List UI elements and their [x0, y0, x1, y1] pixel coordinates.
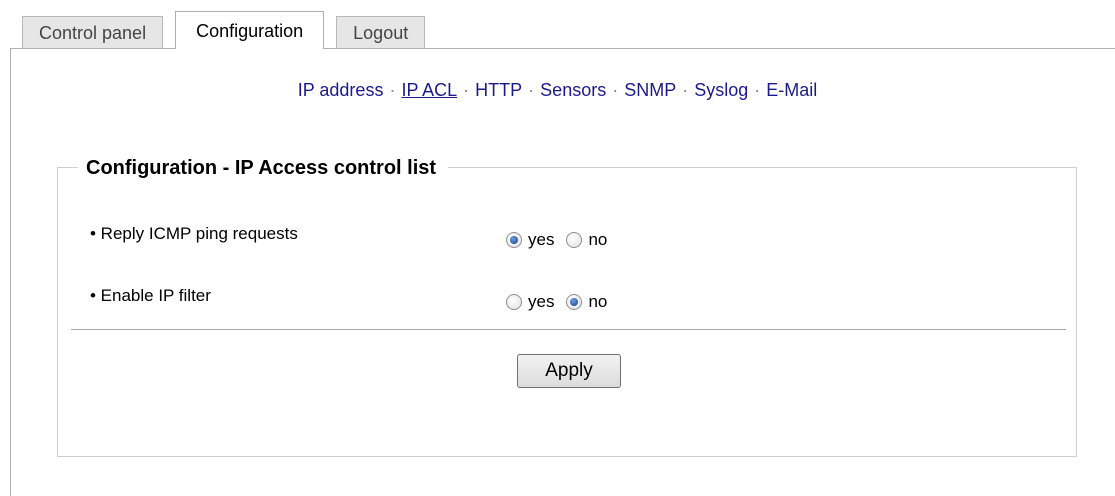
subnav-separator: · [528, 80, 535, 100]
reply-icmp-label: • Reply ICMP ping requests [90, 224, 298, 243]
enable-ip-filter-label: • Enable IP filter [90, 286, 211, 305]
subnav-separator: · [612, 80, 619, 100]
ip-acl-fieldset: Configuration - IP Access control list •… [57, 155, 1077, 457]
reply-icmp-no-radio[interactable] [566, 232, 583, 248]
subnav-separator: · [682, 80, 689, 100]
enable-ip-filter-no-radio[interactable] [566, 294, 583, 310]
subnav-snmp[interactable]: SNMP [624, 80, 676, 100]
enable-ip-filter-yes-radio[interactable] [506, 294, 522, 310]
section-title: Configuration - IP Access control list [78, 155, 449, 181]
tab-bar: Control panel Configuration Logout [22, 11, 437, 49]
tab-configuration[interactable]: Configuration [175, 11, 325, 49]
subnav-ip-acl[interactable]: IP ACL [401, 80, 457, 100]
reply-icmp-yes-radio[interactable] [506, 232, 522, 248]
enable-ip-filter-radio-group: yes no [506, 280, 619, 312]
subnav-sensors[interactable]: Sensors [540, 80, 606, 100]
reply-icmp-radio-group: yes no [506, 218, 619, 250]
section-divider [71, 329, 1066, 330]
page: Control panel Configuration Logout IP ad… [0, 0, 1115, 496]
enable-ip-filter-yes-label: yes [528, 292, 555, 311]
subnav-syslog[interactable]: Syslog [694, 80, 748, 100]
row-reply-icmp: • Reply ICMP ping requests yes no [90, 218, 619, 250]
subnav-ip-address[interactable]: IP address [298, 80, 384, 100]
reply-icmp-yes-label: yes [528, 230, 555, 249]
apply-button[interactable]: Apply [517, 354, 621, 388]
config-subnav: IP address · IP ACL · HTTP · Sensors · SNMP · Sysl… [0, 80, 1115, 101]
reply-icmp-no-label: no [588, 230, 608, 249]
subnav-separator: · [463, 80, 470, 100]
subnav-http[interactable]: HTTP [475, 80, 522, 100]
enable-ip-filter-no-label: no [588, 292, 608, 311]
tab-control-panel[interactable]: Control panel [22, 16, 164, 49]
tab-logout[interactable]: Logout [336, 16, 426, 49]
subnav-email[interactable]: E-Mail [766, 80, 817, 100]
subnav-separator: · [389, 80, 396, 100]
subnav-separator: · [754, 80, 761, 100]
row-enable-ip-filter: • Enable IP filter yes no [90, 280, 619, 312]
